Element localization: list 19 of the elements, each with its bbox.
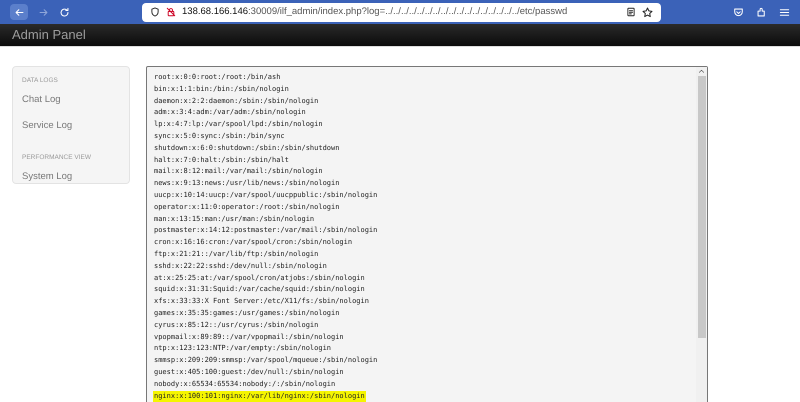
scrollbar[interactable] [696, 67, 707, 402]
url-text: 138.68.166.146:30009/ilf_admin/index.php?log=../../../../../../../../../../../../../../../../../etc/passwd [182, 4, 568, 19]
star-icon[interactable] [642, 6, 653, 18]
insecure-lock-icon [166, 7, 176, 17]
shield-icon [150, 7, 160, 17]
menu-icon[interactable] [779, 6, 790, 18]
back-button[interactable] [10, 4, 28, 20]
scrollbar-thumb[interactable] [698, 76, 706, 338]
reload-icon[interactable] [59, 6, 70, 18]
scroll-up-icon[interactable] [698, 68, 705, 75]
reader-icon[interactable] [626, 7, 636, 17]
back-arrow-icon[interactable] [14, 6, 24, 18]
address-bar[interactable]: 138.68.166.146:30009/ilf_admin/index.php?log=../../../../../../../../../../../../../../../../../etc/passwd [142, 2, 661, 22]
sidebar-link[interactable]: Service Log [22, 119, 120, 134]
pocket-icon[interactable] [733, 6, 744, 18]
brand-title[interactable]: Admin Panel [12, 25, 86, 45]
sidebar-link[interactable]: System Log [22, 170, 120, 184]
extensions-icon[interactable] [756, 6, 767, 18]
sidebar-link[interactable]: Chat Log [22, 92, 120, 107]
